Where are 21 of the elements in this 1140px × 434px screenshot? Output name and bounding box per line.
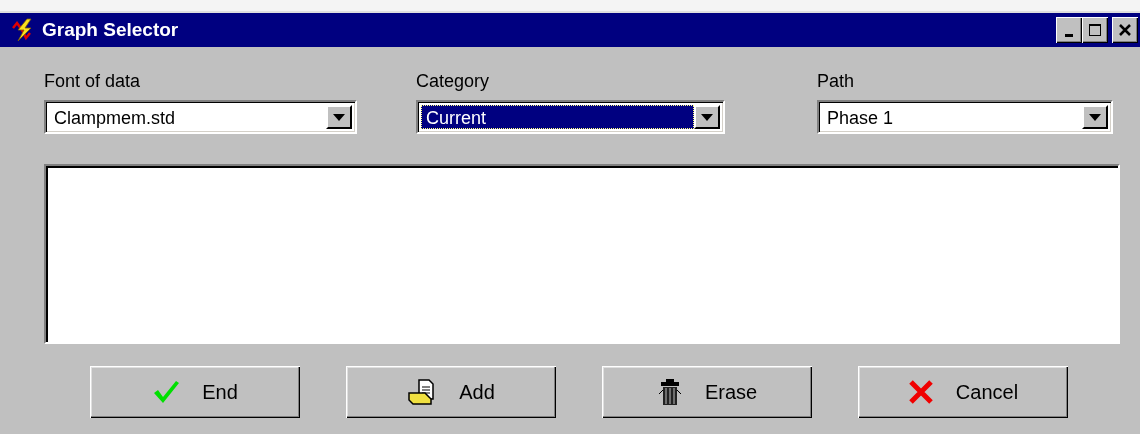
field-label: Font of data <box>44 70 142 92</box>
dropdown-field[interactable]: Phase 1 <box>817 100 1113 134</box>
close-icon <box>1118 23 1132 37</box>
cancel-button[interactable]: Cancel <box>858 366 1068 418</box>
dialog-button[interactable]: Add <box>346 366 556 418</box>
minimize-icon <box>1065 33 1073 37</box>
window-title: Graph Selector <box>42 19 180 41</box>
field-label: Category <box>416 70 491 92</box>
dropdown-field[interactable]: Clampmem.std <box>44 100 357 134</box>
field-label: Path <box>817 70 856 92</box>
maximize-icon <box>1088 23 1102 37</box>
close-button[interactable] <box>1112 17 1138 43</box>
trash-can-icon <box>656 378 683 406</box>
maximize-button[interactable] <box>1082 17 1108 43</box>
dialog-button[interactable]: Erase <box>602 366 812 418</box>
minimize-button[interactable] <box>1056 17 1082 43</box>
close-cross-icon <box>907 379 934 405</box>
dropdown-field[interactable]: Current <box>416 100 725 134</box>
list-box[interactable] <box>44 164 1120 344</box>
dialog-button[interactable]: End <box>90 366 300 418</box>
checkmark-icon <box>152 379 181 405</box>
